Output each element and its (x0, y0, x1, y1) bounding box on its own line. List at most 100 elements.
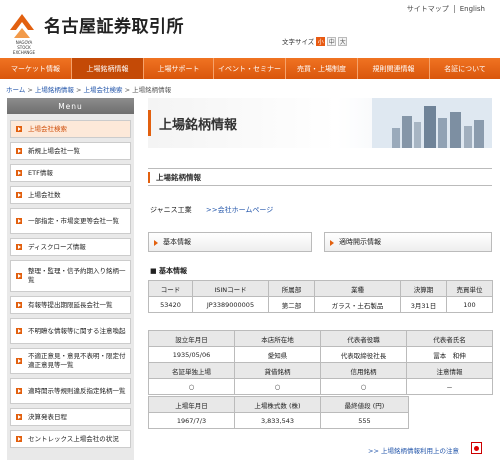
arrow-right-icon (16, 148, 22, 154)
breadcrumb-company-search[interactable]: 上場会社検索 (84, 86, 123, 94)
header-established: 設立年月日 (148, 330, 235, 347)
breadcrumb-listed-info[interactable]: 上場銘柄情報 (35, 86, 74, 94)
table-row: 53420 JP3389000005 第二部 ガラス・土石製品 3月31日 10… (148, 296, 493, 313)
header-trading-unit: 売買単位 (446, 280, 493, 297)
font-size-label: 文字サイズ (282, 38, 315, 46)
sidebar-item-earnings-schedule[interactable]: 決算発表日程 (10, 408, 131, 426)
breadcrumb-sep: > (27, 86, 33, 94)
company-detail-table: 設立年月日 本店所在地 代表者役職 代表者氏名 1935/05/06 愛知県 代… (148, 330, 493, 395)
header-caution: 注意情報 (406, 362, 493, 379)
font-size-small-button[interactable]: 小 (316, 36, 326, 46)
breadcrumb-current: 上場銘柄情報 (132, 86, 172, 94)
logo-subtitle: NAGOYA STOCK EXCHANGE (6, 40, 42, 55)
cell-code: 53420 (148, 296, 193, 313)
nav-market-info[interactable]: マーケット情報 (0, 58, 72, 79)
nav-about[interactable]: 名証について (430, 58, 500, 79)
cell-lending: ○ (234, 378, 321, 395)
site-header: 名古屋証券取引所 NAGOYA STOCK EXCHANGE サイトマップ Eng… (0, 0, 500, 58)
nav-events[interactable]: イベント・セミナー (214, 58, 286, 79)
tab-basic-info[interactable]: 基本情報 (148, 232, 312, 252)
header-nse-only: 名証単独上場 (148, 362, 235, 379)
cell-margin: ○ (320, 378, 407, 395)
cell-last-price: 555 (320, 412, 409, 429)
sidebar-item-supervision[interactable]: 整理・監理・信予約期入り銘柄一覧 (10, 260, 131, 292)
sidebar-item-label: 適時開示等規則違反指定銘柄一覧 (28, 386, 126, 395)
nav-trading-rules[interactable]: 売買・上場制度 (286, 58, 358, 79)
tab-timely-disclosure[interactable]: 適時開示情報 (324, 232, 492, 252)
pdf-icon[interactable] (471, 442, 482, 454)
arrow-right-icon (16, 170, 22, 176)
sidebar-item-market-change[interactable]: 一部指定・市場変更等会社一覧 (10, 208, 131, 234)
header-section: 所属部 (268, 280, 315, 297)
sidebar-item-company-count[interactable]: 上場会社数 (10, 186, 131, 204)
section-title: 上場銘柄情報 (148, 168, 492, 186)
cell-isin: JP3389000005 (192, 296, 269, 313)
breadcrumb: ホーム > 上場銘柄情報 > 上場会社検索 > 上場銘柄情報 (6, 84, 171, 94)
arrow-right-icon (16, 388, 22, 394)
logo-sub-line2: STOCK EXCHANGE (12, 45, 36, 55)
sidebar-item-label: 決算発表日程 (28, 412, 67, 421)
header-rep-name: 代表者氏名 (406, 330, 493, 347)
sitemap-link[interactable]: サイトマップ (402, 5, 454, 13)
breadcrumb-sep: > (76, 86, 82, 94)
sidebar-item-label: 新規上場会社一覧 (28, 146, 80, 155)
page-banner: 上場銘柄情報 (148, 98, 492, 148)
sidebar-item-rule-violation[interactable]: 適時開示等規則違反指定銘柄一覧 (10, 378, 131, 404)
cell-nse-only: ○ (148, 378, 235, 395)
header-rep-title: 代表者役職 (320, 330, 407, 347)
sidebar-item-centrex-status[interactable]: セントレックス上場会社の状況 (10, 430, 131, 448)
header-code: コード (148, 280, 193, 297)
company-homepage-link[interactable]: >>会社ホームページ (206, 206, 273, 214)
cell-section: 第二部 (268, 296, 315, 313)
utility-links: サイトマップ English (402, 4, 490, 14)
cell-rep-title: 代表取締役社長 (320, 346, 407, 363)
sidebar-item-audit-opinion[interactable]: 不適正意見・意見不表明・限定付適正意見等一覧 (10, 348, 131, 374)
company-name: ジャニス工業 (150, 206, 192, 214)
sidebar-item-label: 不明瞭な情報等に関する注意喚起 (28, 326, 126, 335)
nav-regulations[interactable]: 規則関連情報 (358, 58, 430, 79)
header-last-price: 最終値段 (円) (320, 396, 409, 413)
sidebar-item-unclear-info[interactable]: 不明瞭な情報等に関する注意喚起 (10, 318, 131, 344)
company-info: ジャニス工業 >>会社ホームページ (150, 205, 273, 215)
sidebar-item-new-listings[interactable]: 新規上場会社一覧 (10, 142, 131, 160)
sidebar-item-disclosure[interactable]: ディスクローズ情報 (10, 238, 131, 256)
breadcrumb-home[interactable]: ホーム (6, 86, 25, 94)
font-size-large-button[interactable]: 大 (338, 36, 348, 46)
sidebar-item-deadline-extension[interactable]: 有報等提出期限延長会社一覧 (10, 296, 131, 314)
accent-bar (148, 110, 151, 136)
sidebar-item-label: ディスクローズ情報 (28, 242, 86, 251)
cell-rep-name: 冨本 和伸 (406, 346, 493, 363)
sidebar-item-etf[interactable]: ETF情報 (10, 164, 131, 182)
table-row: 1967/7/3 3,833,543 555 (148, 412, 409, 429)
arrow-right-icon (16, 126, 22, 132)
logo-icon[interactable] (8, 10, 38, 44)
listing-table: 上場年月日 上場株式数 (株) 最終値段 (円) 1967/7/3 3,833,… (148, 396, 409, 429)
sidebar-item-label: セントレックス上場会社の状況 (28, 434, 119, 443)
basic-info-table: コード ISINコード 所属部 業種 決算期 売買単位 53420 JP3389… (148, 280, 493, 313)
font-size-medium-button[interactable]: 中 (327, 36, 337, 46)
nav-listing-support[interactable]: 上場サポート (144, 58, 214, 79)
header-listing-date: 上場年月日 (148, 396, 235, 413)
english-link[interactable]: English (455, 5, 490, 13)
cell-industry: ガラス・土石製品 (314, 296, 401, 313)
page-title: 上場銘柄情報 (159, 118, 238, 133)
arrow-right-icon (16, 302, 22, 308)
cell-listing-date: 1967/7/3 (148, 412, 235, 429)
city-skyline-image (372, 98, 492, 148)
logo-text[interactable]: 名古屋証券取引所 (44, 12, 184, 37)
cell-established: 1935/05/06 (148, 346, 235, 363)
sidebar-menu: Menu 上場会社検索 新規上場会社一覧 ETF情報 上場会社数 一部指定・市場… (7, 98, 134, 460)
sidebar-item-label: 有報等提出期限延長会社一覧 (28, 300, 113, 309)
cell-shares: 3,833,543 (234, 412, 321, 429)
usage-notice-link[interactable]: >> 上場銘柄情報利用上の注意 (368, 445, 459, 455)
breadcrumb-sep: > (124, 86, 131, 94)
sidebar-item-label: 上場会社検索 (28, 124, 67, 133)
table-row: 1935/05/06 愛知県 代表取締役社長 冨本 和伸 (148, 346, 493, 363)
sidebar-item-label: 整理・監理・信予約期入り銘柄一覧 (28, 267, 126, 284)
table-header-row: コード ISINコード 所属部 業種 決算期 売買単位 (148, 280, 493, 297)
arrow-right-icon (16, 273, 22, 279)
sidebar-item-company-search[interactable]: 上場会社検索 (10, 120, 131, 138)
arrow-right-icon (16, 244, 22, 250)
nav-listed-info[interactable]: 上場銘柄情報 (72, 58, 144, 79)
table-header-row: 設立年月日 本店所在地 代表者役職 代表者氏名 (148, 330, 493, 347)
